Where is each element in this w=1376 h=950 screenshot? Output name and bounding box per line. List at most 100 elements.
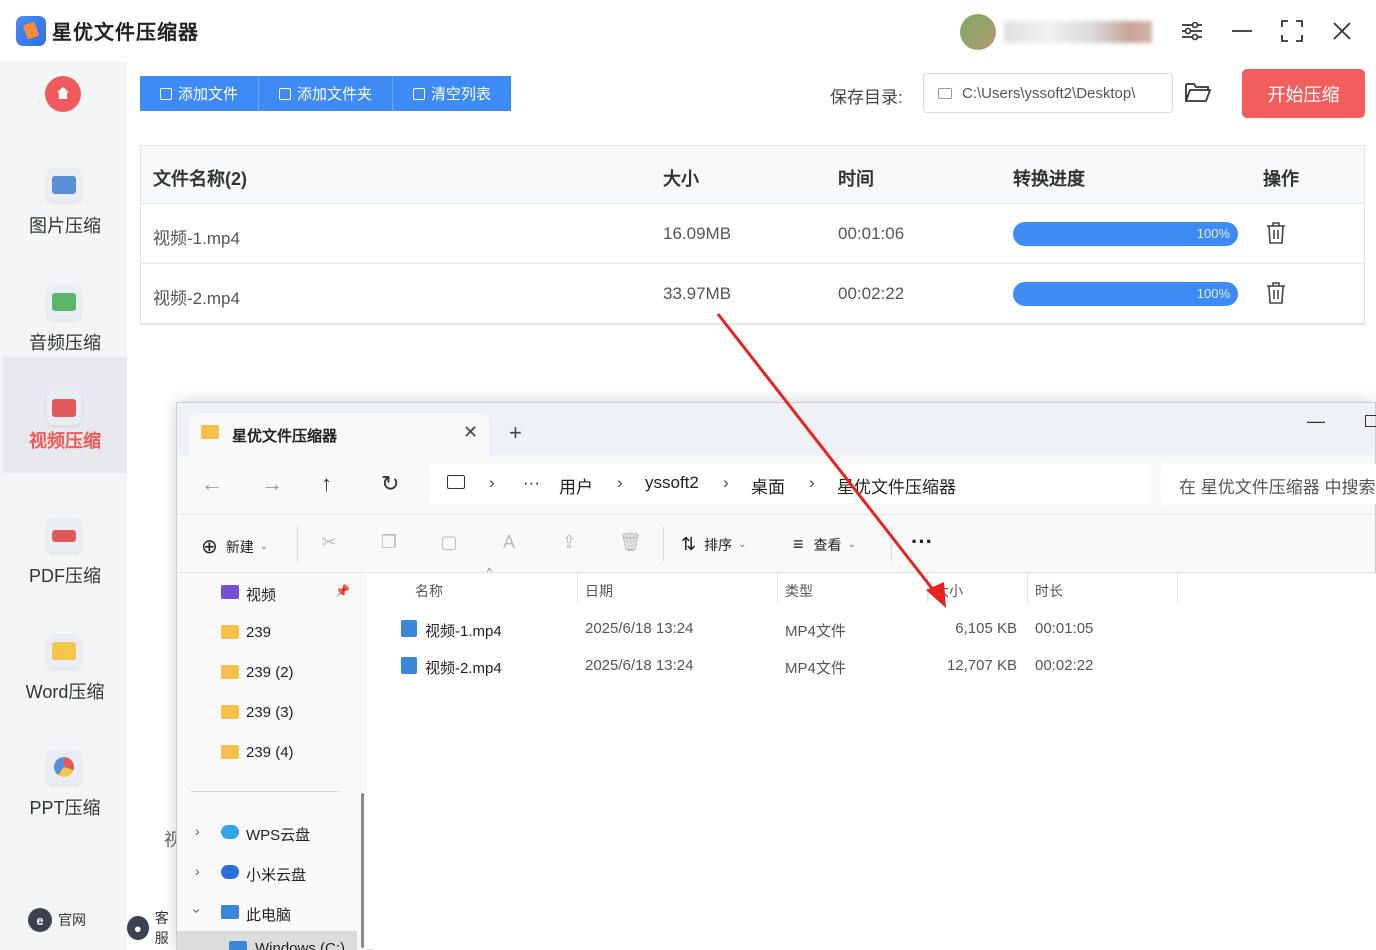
breadcrumb-overflow[interactable]: ··· [523,473,540,493]
new-button[interactable]: ⊕ 新建 ⌄ [201,534,268,559]
sidebar-item-label: PDF压缩 [29,566,101,586]
tree-item-wps-cloud[interactable]: › WPS云盘 [177,815,357,851]
address-bar[interactable]: › ··· 用户 › yssoft2 › 桌面 › 星优文件压缩器 [429,463,1149,505]
add-folder-button[interactable]: 添加文件夹 [259,76,394,111]
close-icon[interactable] [1325,14,1359,48]
explorer-minimize-icon[interactable]: — [1307,411,1325,432]
chevron-down-icon[interactable]: › [189,909,205,914]
sidebar-item-video[interactable]: 视频压缩 [3,357,127,473]
tree-item-folder[interactable]: 239 (2) [177,655,357,691]
col-size-header[interactable]: 大小 [935,581,963,601]
breadcrumb-users[interactable]: 用户 [559,473,593,498]
tree-item-folder[interactable]: 239 (3) [177,695,357,731]
folder-icon [221,745,239,759]
paste-icon[interactable]: ▢ [439,532,459,552]
file-row[interactable]: 视频-2.mp4 2025/6/18 13:24 MP4文件 12,707 KB… [373,648,1376,684]
tree-item-drive-c[interactable]: Windows (C:) [177,931,357,950]
file-name: 视频-1.mp4 [425,623,502,640]
view-button[interactable]: ≡ 查看 ⌄ [793,534,856,555]
table-row[interactable]: 视频-1.mp4 16.09MB 00:01:06 100% [141,204,1364,264]
file-date: 2025/6/18 13:24 [585,620,694,637]
tree-item-folder[interactable]: 239 (4) [177,735,357,771]
chat-icon: ● [127,916,149,940]
col-duration-header[interactable]: 时长 [1035,581,1063,601]
home-icon[interactable] [45,76,81,112]
col-progress-header: 转换进度 [1013,169,1085,189]
sort-button[interactable]: ⇅ 排序 ⌄ [681,534,746,555]
pin-icon[interactable]: 📌 [335,584,350,598]
file-table: 文件名称(2) 大小 时间 转换进度 操作 视频-1.mp4 16.09MB 0… [140,145,1365,325]
sidebar-item-image[interactable]: 图片压缩 [3,140,127,256]
app-logo-icon [16,16,46,46]
file-row[interactable]: 视频-1.mp4 2025/6/18 13:24 MP4文件 6,105 KB … [373,611,1376,647]
delete-row-icon[interactable] [1266,222,1286,244]
file-type: MP4文件 [785,623,846,640]
forward-arrow-icon[interactable]: → [261,471,283,497]
tree-item-folder[interactable]: 239 [177,615,357,651]
breadcrumb-user[interactable]: yssoft2 [645,473,699,493]
chevron-right-icon[interactable]: › [195,863,200,879]
refresh-icon[interactable]: ↻ [381,471,399,497]
save-dir-input[interactable]: C:\Users\yssoft2\Desktop\ [923,73,1173,113]
clear-list-button[interactable]: 清空列表 [393,76,512,111]
explorer-tab[interactable]: 星优文件压缩器 ✕ [189,413,489,455]
cut-icon[interactable]: ✂ [319,532,339,552]
sidebar-item-pdf[interactable]: PDF压缩 [3,490,127,606]
file-type: MP4文件 [785,660,846,677]
view-list-icon: ≡ [793,534,804,554]
website-label: 官网 [58,912,86,928]
user-avatar[interactable] [960,14,996,50]
table-row[interactable]: 视频-2.mp4 33.97MB 00:02:22 100% [141,264,1364,324]
file-date: 2025/6/18 13:24 [585,657,694,674]
tree-item-label: 此电脑 [246,907,292,924]
maximize-icon[interactable] [1275,14,1309,48]
col-size-header: 大小 [663,169,699,189]
col-time-header: 时间 [838,169,874,189]
share-icon[interactable]: ⇪ [559,532,579,552]
sidebar-bottom-links: e 官网 ● 客服 [0,890,180,950]
delete-icon[interactable]: 🗑 [619,532,642,552]
explorer-tab-bar: 星优文件压缩器 ✕ + — [177,403,1376,455]
chevron-right-icon: › [809,473,815,492]
more-options-icon[interactable]: ··· [911,529,933,555]
col-type-header[interactable]: 类型 [785,581,813,601]
file-duration: 00:01:05 [1035,620,1094,637]
tree-item-this-pc[interactable]: › 此电脑 [177,895,357,931]
delete-row-icon[interactable] [1266,282,1286,304]
new-tab-icon[interactable]: + [509,420,522,446]
folder-icon [221,625,239,639]
start-compress-button[interactable]: 开始压缩 [1242,69,1365,118]
divider [297,527,298,561]
up-arrow-icon[interactable]: ↑ [321,471,332,497]
folder-icon [221,705,239,719]
chevron-right-icon[interactable]: › [195,823,200,839]
folder-icon [279,87,292,100]
browse-folder-icon[interactable] [1184,80,1212,104]
explorer-search-input[interactable]: 在 星优文件压缩器 中搜索 [1161,463,1376,505]
add-file-button[interactable]: 添加文件 [140,76,260,111]
nav-scrollbar[interactable] [361,793,364,948]
tree-item-xiaomi-cloud[interactable]: › 小米云盘 [177,855,357,891]
explorer-maximize-icon[interactable] [1365,415,1376,427]
close-tab-icon[interactable]: ✕ [463,422,478,443]
save-dir-label: 保存目录: [830,88,903,107]
back-arrow-icon[interactable]: ← [201,471,223,497]
rename-icon[interactable]: A [499,532,519,552]
drive-icon [229,941,247,950]
tree-item-label: 239 (3) [246,704,294,721]
minimize-icon[interactable] [1225,14,1259,48]
video-folder-icon [221,585,239,599]
col-date-header[interactable]: 日期 [585,581,613,601]
breadcrumb-folder[interactable]: 星优文件压缩器 [837,473,956,498]
settings-sliders-icon[interactable] [1175,14,1209,48]
copy-icon[interactable]: ❐ [379,532,399,552]
tree-item-videos[interactable]: 视频 📌 [177,575,357,611]
breadcrumb-desktop[interactable]: 桌面 [751,473,785,498]
col-name-header[interactable]: 名称 [415,581,443,601]
sidebar-item-ppt[interactable]: PPT压缩 [3,722,127,838]
browser-icon: e [28,908,52,932]
sidebar-item-audio[interactable]: 音频压缩 [3,257,127,373]
service-link[interactable]: ● 客服 [127,908,180,948]
sidebar-item-word[interactable]: Word压缩 [3,606,127,722]
website-link[interactable]: e 官网 [28,908,86,932]
